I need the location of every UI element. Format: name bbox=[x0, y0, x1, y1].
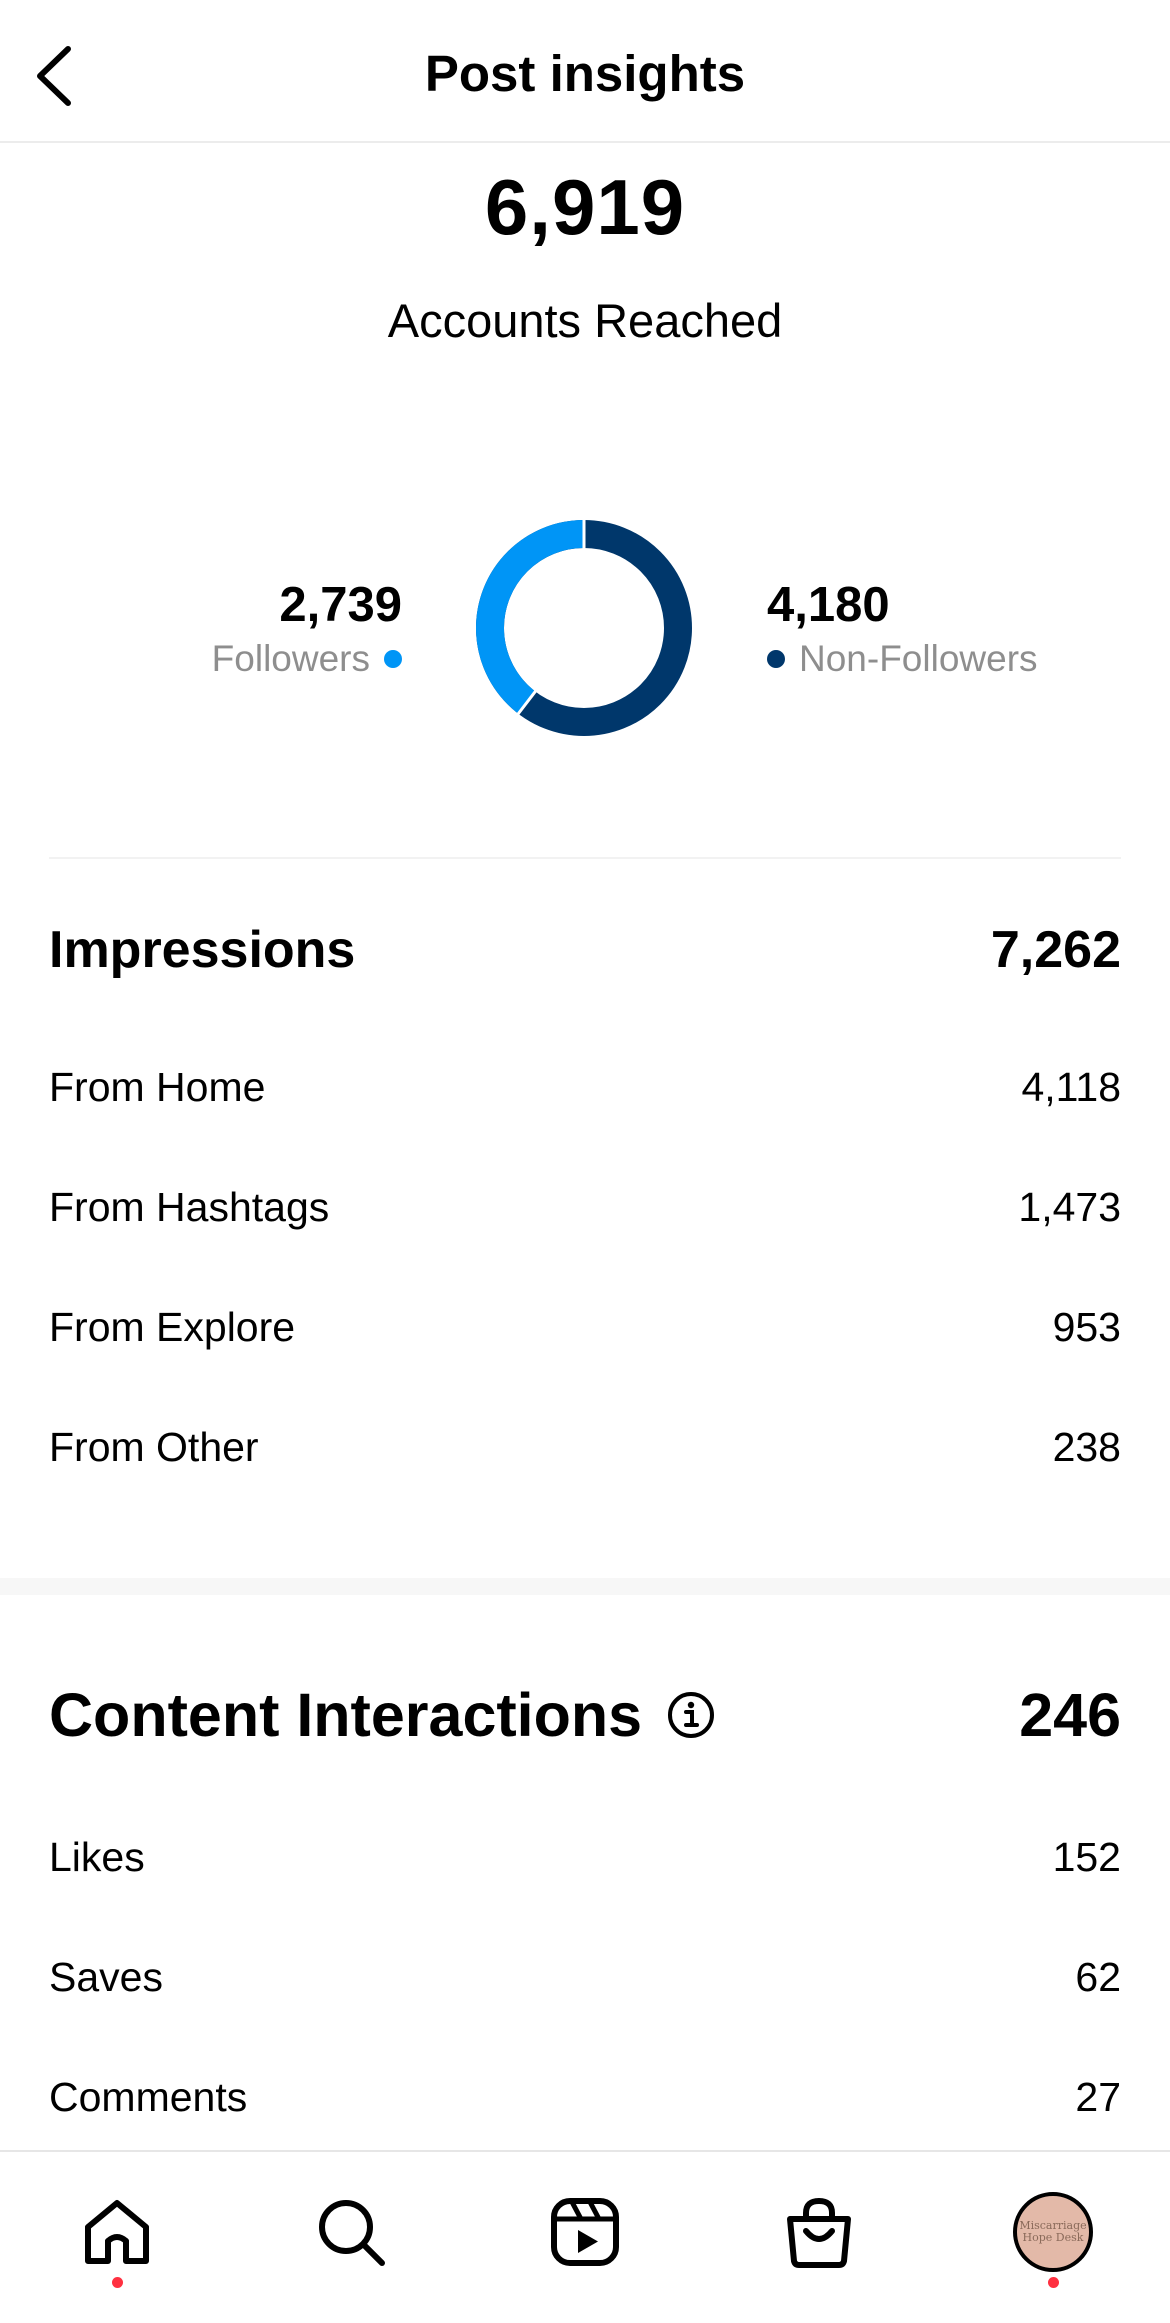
list-item: From Explore 953 bbox=[49, 1304, 1121, 1351]
impressions-from-home-label: From Home bbox=[49, 1064, 266, 1110]
comments-label: Comments bbox=[49, 2074, 248, 2120]
bottom-tab-bar: Miscarriage Hope Desk bbox=[0, 2150, 1170, 2323]
likes-label: Likes bbox=[49, 1834, 145, 1880]
accounts-reached-total: 6,919 bbox=[484, 163, 686, 251]
impressions-total: 7,262 bbox=[990, 921, 1121, 979]
list-item: From Home 4,118 bbox=[49, 1064, 1121, 1111]
avatar-logo-text: Miscarriage Hope Desk bbox=[1019, 2219, 1087, 2244]
content-interactions-total: 246 bbox=[1019, 1681, 1121, 1749]
reels-icon bbox=[551, 2198, 619, 2266]
likes-value: 152 bbox=[1052, 1834, 1121, 1880]
impressions-from-other-value: 238 bbox=[1052, 1424, 1121, 1470]
section-separator bbox=[0, 1578, 1170, 1595]
profile-notification-dot bbox=[1048, 2277, 1059, 2288]
reach-donut-chart bbox=[476, 519, 692, 736]
list-item: Comments 27 bbox=[49, 2074, 1121, 2121]
followers-label: Followers bbox=[211, 638, 370, 679]
non-followers-label: Non-Followers bbox=[799, 638, 1038, 679]
non-followers-count: 4,180 bbox=[767, 578, 890, 632]
tab-search[interactable] bbox=[311, 2192, 391, 2272]
avatar: Miscarriage Hope Desk bbox=[1013, 2192, 1093, 2272]
impressions-from-hashtags-value: 1,473 bbox=[1018, 1184, 1121, 1230]
home-icon bbox=[85, 2200, 149, 2264]
shop-bag-icon bbox=[787, 2197, 851, 2268]
impressions-header-row[interactable]: Impressions 7,262 bbox=[49, 920, 1121, 980]
impressions-from-home-value: 4,118 bbox=[1021, 1064, 1121, 1110]
impressions-from-hashtags-label: From Hashtags bbox=[49, 1184, 330, 1230]
content-interactions-header-row[interactable]: Content Interactions 246 bbox=[49, 1680, 1121, 1750]
saves-label: Saves bbox=[49, 1954, 163, 2000]
page-title: Post insights bbox=[424, 45, 746, 102]
info-icon[interactable] bbox=[666, 1690, 716, 1740]
followers-legend-dot bbox=[384, 650, 402, 668]
accounts-reached-label: Accounts Reached bbox=[387, 294, 783, 347]
divider bbox=[49, 857, 1121, 859]
followers-count: 2,739 bbox=[279, 578, 402, 632]
list-item: From Other 238 bbox=[49, 1424, 1121, 1471]
content-interactions-title: Content Interactions bbox=[49, 1681, 643, 1749]
impressions-from-explore-value: 953 bbox=[1052, 1304, 1121, 1350]
list-item: Saves 62 bbox=[49, 1954, 1121, 2001]
home-notification-dot bbox=[112, 2277, 123, 2288]
list-item: Likes 152 bbox=[49, 1834, 1121, 1881]
search-icon bbox=[319, 2200, 385, 2266]
tab-profile[interactable]: Miscarriage Hope Desk bbox=[1013, 2192, 1093, 2272]
non-followers-legend-dot bbox=[767, 650, 785, 668]
impressions-from-other-label: From Other bbox=[49, 1424, 259, 1470]
impressions-title: Impressions bbox=[49, 921, 356, 979]
tab-reels[interactable] bbox=[545, 2192, 625, 2272]
comments-value: 27 bbox=[1075, 2074, 1121, 2120]
top-bar: Post insights bbox=[0, 0, 1170, 143]
saves-value: 62 bbox=[1075, 1954, 1121, 2000]
followers-stat: 2,739 Followers bbox=[212, 575, 402, 683]
list-item: From Hashtags 1,473 bbox=[49, 1184, 1121, 1231]
non-followers-stat: 4,180 Non-Followers bbox=[767, 575, 1038, 683]
tab-shop[interactable] bbox=[779, 2192, 859, 2272]
impressions-from-explore-label: From Explore bbox=[49, 1304, 296, 1350]
tab-home[interactable] bbox=[77, 2192, 157, 2272]
